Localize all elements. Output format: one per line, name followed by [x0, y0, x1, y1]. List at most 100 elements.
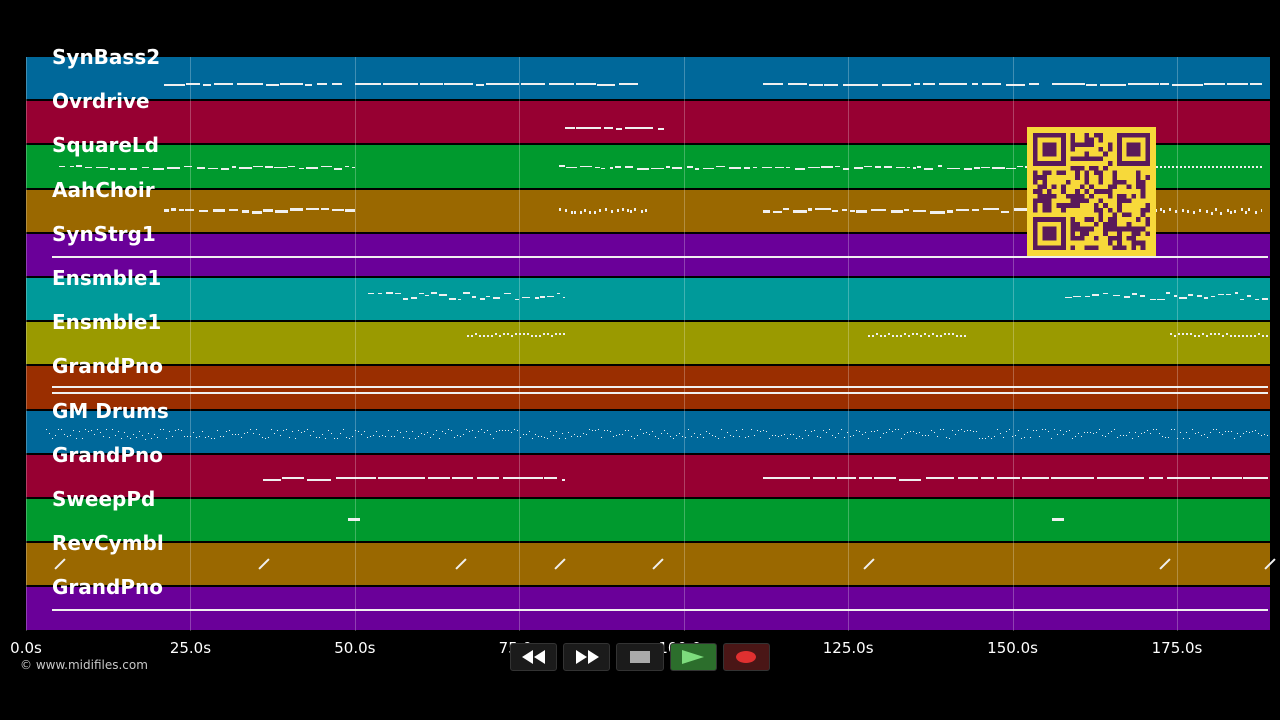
note: [1178, 333, 1181, 335]
track-1[interactable]: SynBass2: [26, 45, 1270, 101]
note: [1101, 435, 1103, 437]
track-10[interactable]: GrandPno: [26, 443, 1270, 498]
note: [678, 433, 680, 435]
rewind-button[interactable]: [510, 643, 558, 671]
note: [603, 429, 605, 431]
note: [1148, 476, 1163, 479]
note: [621, 433, 623, 435]
note: [841, 208, 848, 212]
note: [1084, 295, 1090, 298]
note: [564, 209, 567, 213]
note: [963, 168, 973, 170]
note: [939, 83, 968, 85]
note: [1252, 166, 1255, 168]
note: [150, 438, 152, 440]
note: [333, 437, 335, 439]
note: [466, 335, 469, 337]
note: [1122, 434, 1124, 436]
note: [584, 208, 587, 212]
note: [462, 434, 464, 436]
track-13[interactable]: GrandPno: [26, 575, 1270, 631]
note: [486, 430, 488, 432]
note: [1091, 294, 1099, 296]
track-12[interactable]: RevCymbl: [26, 531, 1276, 587]
note: [939, 335, 942, 337]
note: [126, 435, 128, 437]
note: [867, 437, 869, 439]
note: [306, 428, 308, 430]
note: [930, 429, 932, 431]
note: [714, 436, 716, 438]
note: [423, 433, 425, 435]
note: [474, 437, 476, 439]
note: [814, 207, 831, 211]
note: [196, 167, 206, 169]
note: [471, 430, 473, 432]
note: [942, 429, 944, 431]
note: [207, 167, 219, 170]
note: [111, 429, 113, 431]
note: [1226, 333, 1229, 335]
note: [633, 437, 635, 439]
note: [899, 478, 921, 481]
note: [728, 167, 742, 169]
note: [565, 127, 576, 129]
note: [1173, 428, 1175, 430]
note: [883, 166, 893, 168]
note: [164, 84, 185, 86]
note: [887, 333, 890, 335]
note: [1187, 209, 1190, 213]
note: [435, 429, 437, 431]
note: [951, 430, 953, 432]
qr-code-icon[interactable]: [1027, 127, 1156, 256]
note: [888, 428, 890, 430]
note: [321, 207, 329, 211]
track-label: GM Drums: [52, 398, 169, 423]
note: [290, 208, 303, 211]
note: [933, 432, 935, 434]
note: [303, 430, 305, 432]
note: [1234, 292, 1239, 294]
grid-line: [1177, 57, 1178, 631]
note: [85, 166, 93, 169]
note: [927, 335, 930, 337]
note: [540, 435, 542, 437]
note: [274, 210, 289, 213]
note: [1155, 428, 1157, 430]
note: [378, 292, 383, 295]
note: [963, 335, 966, 337]
note: [1052, 518, 1065, 521]
note: [494, 333, 497, 335]
stop-button[interactable]: [616, 643, 664, 671]
track-7[interactable]: Ensmble1: [26, 310, 1270, 366]
note: [1244, 166, 1247, 168]
note: [1167, 436, 1169, 438]
track-11[interactable]: SweepPd: [26, 487, 1270, 543]
note: [1134, 432, 1136, 434]
play-button[interactable]: [669, 643, 717, 671]
note: [992, 167, 1005, 169]
track-8[interactable]: GrandPno: [26, 354, 1270, 410]
note: [405, 431, 407, 433]
note: [1250, 335, 1253, 337]
note: [558, 165, 566, 167]
note: [981, 476, 994, 479]
note: [671, 167, 682, 169]
note: [753, 434, 755, 436]
track-6[interactable]: Ensmble1: [26, 266, 1270, 322]
note: [449, 298, 456, 300]
record-button[interactable]: [722, 643, 771, 671]
note: [324, 438, 326, 440]
note: [231, 434, 233, 436]
track-9[interactable]: GM Drums: [26, 399, 1270, 454]
transport-controls: [510, 643, 771, 671]
note: [1185, 432, 1187, 434]
note: [663, 429, 665, 431]
fast-forward-button[interactable]: [563, 643, 611, 671]
note: [486, 83, 519, 85]
note: [594, 430, 596, 432]
note: [550, 335, 553, 337]
note: [885, 432, 887, 434]
note: [1190, 333, 1193, 335]
note: [699, 434, 701, 436]
